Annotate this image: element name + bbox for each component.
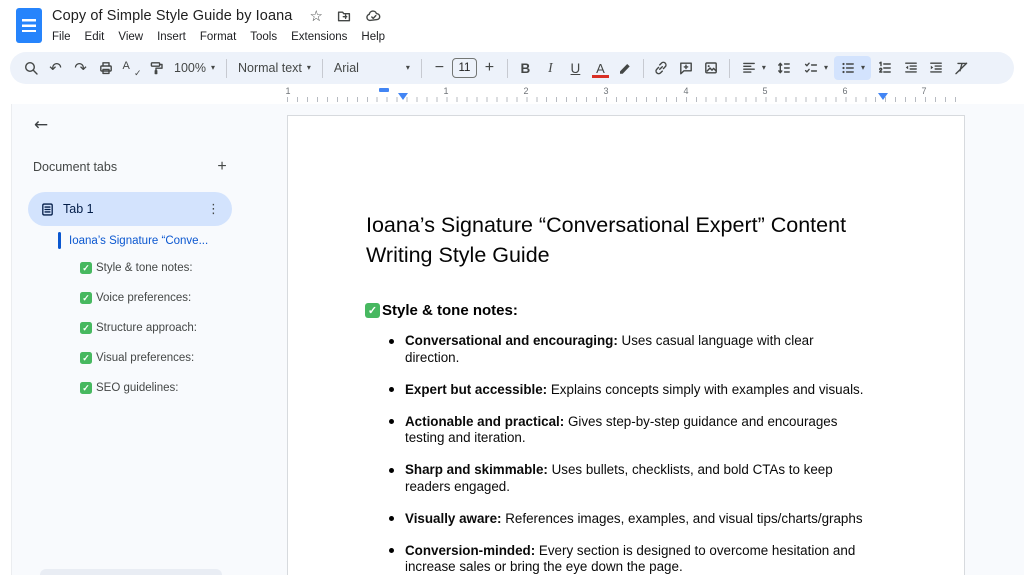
outline-item[interactable]: ✓ Voice preferences: bbox=[80, 292, 191, 304]
style-notes-list: Conversational and encouraging: Uses cas… bbox=[386, 333, 870, 575]
underline-button[interactable]: U bbox=[563, 55, 588, 81]
star-icon[interactable]: ☆ bbox=[309, 9, 322, 24]
bulleted-list-select[interactable]: ▾ bbox=[833, 56, 871, 80]
insert-link-icon[interactable] bbox=[649, 55, 674, 81]
clear-formatting-icon[interactable] bbox=[949, 55, 974, 81]
doc-section-heading[interactable]: ✓ Style & tone notes: bbox=[365, 302, 518, 319]
text-color-button[interactable]: A bbox=[588, 55, 613, 81]
checkbox-emoji: ✓ bbox=[80, 322, 92, 334]
checkbox-emoji: ✓ bbox=[80, 262, 92, 274]
font-select[interactable]: Arial ▾ bbox=[328, 55, 416, 81]
active-indicator-bar bbox=[58, 232, 61, 249]
menu-tools[interactable]: Tools bbox=[243, 29, 284, 45]
app-chrome: Copy of Simple Style Guide by Ioana ☆ Fi… bbox=[0, 0, 1024, 104]
checklist-select[interactable]: ▾ bbox=[797, 55, 834, 81]
ruler-ticks bbox=[287, 97, 964, 102]
insert-image-icon[interactable] bbox=[699, 55, 724, 81]
decrease-indent-icon[interactable] bbox=[899, 55, 924, 81]
main-area: ← Document tabs + Tab 1 ⋮ Ioana’s Signat… bbox=[0, 104, 1024, 575]
document-title[interactable]: Copy of Simple Style Guide by Ioana bbox=[52, 8, 292, 24]
left-edge-rail bbox=[0, 104, 12, 575]
decrease-font-size-button[interactable]: − bbox=[427, 55, 452, 81]
menu-insert[interactable]: Insert bbox=[150, 29, 193, 45]
toolbar-separator bbox=[226, 58, 227, 78]
font-size-input[interactable]: 11 bbox=[451, 58, 477, 78]
redo-icon[interactable]: ↷ bbox=[68, 55, 93, 81]
undo-icon[interactable]: ↶ bbox=[43, 55, 68, 81]
toolbar-separator bbox=[506, 58, 508, 78]
align-select[interactable]: ▾ bbox=[735, 55, 772, 81]
menu-extensions[interactable]: Extensions bbox=[284, 29, 354, 45]
checkbox-emoji: ✓ bbox=[80, 352, 92, 364]
outline-item[interactable]: ✓ Visual preferences: bbox=[80, 352, 194, 364]
outline-item[interactable]: ✓ Style & tone notes: bbox=[80, 262, 193, 274]
spelling-check-icon[interactable]: A ✓ bbox=[118, 55, 143, 81]
menu-help[interactable]: Help bbox=[354, 29, 392, 45]
toolbar: ↶ ↷ A ✓ 100% ▾ Normal text ▾ Arial ▾ − 11 + … bbox=[10, 52, 1014, 84]
add-comment-icon[interactable] bbox=[674, 55, 699, 81]
list-item[interactable]: Expert but accessible: Explains concepts… bbox=[386, 382, 870, 399]
toolbar-separator bbox=[728, 58, 730, 78]
document-page[interactable]: Ioana’s Signature “Conversational Expert… bbox=[287, 115, 965, 575]
bold-button[interactable]: B bbox=[513, 55, 538, 81]
document-tabs-sidebar: ← Document tabs + Tab 1 ⋮ Ioana’s Signat… bbox=[12, 104, 264, 575]
bottom-panel-edge bbox=[40, 569, 222, 575]
collapse-sidebar-icon[interactable]: ← bbox=[28, 112, 54, 138]
tab-options-icon[interactable]: ⋮ bbox=[207, 202, 220, 217]
title-block: Copy of Simple Style Guide by Ioana ☆ Fi… bbox=[52, 5, 392, 45]
zoom-select[interactable]: 100% ▾ bbox=[168, 55, 221, 81]
increase-indent-icon[interactable] bbox=[924, 55, 949, 81]
outline-item[interactable]: ✓ SEO guidelines: bbox=[80, 382, 178, 394]
add-tab-button[interactable]: + bbox=[211, 156, 233, 178]
menu-format[interactable]: Format bbox=[193, 29, 243, 45]
tab-item-tab1[interactable]: Tab 1 ⋮ bbox=[28, 192, 232, 226]
toolbar-separator bbox=[321, 58, 323, 78]
outline-item-active[interactable]: Ioana’s Signature “Conve... bbox=[58, 232, 208, 249]
toolbar-separator bbox=[420, 58, 422, 78]
cloud-saved-icon[interactable] bbox=[365, 8, 382, 24]
ruler: 1 1 2 3 4 5 6 7 bbox=[0, 85, 1024, 104]
print-icon[interactable] bbox=[93, 55, 118, 81]
list-item[interactable]: Conversational and encouraging: Uses cas… bbox=[386, 333, 870, 366]
list-item[interactable]: Visually aware: References images, examp… bbox=[386, 511, 870, 528]
checkbox-emoji: ✓ bbox=[365, 303, 380, 318]
right-indent-marker[interactable] bbox=[878, 93, 888, 100]
italic-button[interactable]: I bbox=[538, 55, 563, 81]
menu-view[interactable]: View bbox=[111, 29, 150, 45]
list-item[interactable]: Conversion-minded: Every section is desi… bbox=[386, 543, 870, 575]
menu-file[interactable]: File bbox=[45, 29, 78, 45]
list-item[interactable]: Actionable and practical: Gives step-by-… bbox=[386, 414, 870, 447]
google-docs-logo-icon[interactable] bbox=[16, 8, 42, 43]
move-to-folder-icon[interactable] bbox=[336, 8, 352, 24]
search-menus-icon[interactable] bbox=[18, 55, 43, 81]
outline-item[interactable]: ✓ Structure approach: bbox=[80, 322, 197, 334]
tab-label: Tab 1 bbox=[63, 202, 94, 216]
numbered-list-select[interactable] bbox=[871, 55, 899, 81]
paint-format-icon[interactable] bbox=[143, 55, 168, 81]
increase-font-size-button[interactable]: + bbox=[477, 55, 502, 81]
tab-document-icon bbox=[42, 202, 53, 216]
checkbox-emoji: ✓ bbox=[80, 382, 92, 394]
toolbar-separator bbox=[642, 58, 644, 78]
menubar: File Edit View Insert Format Tools Exten… bbox=[45, 29, 392, 45]
left-indent-marker[interactable] bbox=[398, 93, 408, 100]
menu-edit[interactable]: Edit bbox=[78, 29, 112, 45]
document-tabs-label: Document tabs bbox=[33, 160, 118, 174]
highlight-color-icon[interactable] bbox=[613, 55, 638, 81]
doc-heading-title[interactable]: Ioana’s Signature “Conversational Expert… bbox=[366, 211, 882, 270]
checkbox-emoji: ✓ bbox=[80, 292, 92, 304]
line-spacing-icon[interactable] bbox=[772, 55, 797, 81]
first-line-indent-marker[interactable] bbox=[379, 88, 389, 92]
list-item[interactable]: Sharp and skimmable: Uses bullets, check… bbox=[386, 462, 870, 495]
paragraph-style-select[interactable]: Normal text ▾ bbox=[232, 55, 317, 81]
